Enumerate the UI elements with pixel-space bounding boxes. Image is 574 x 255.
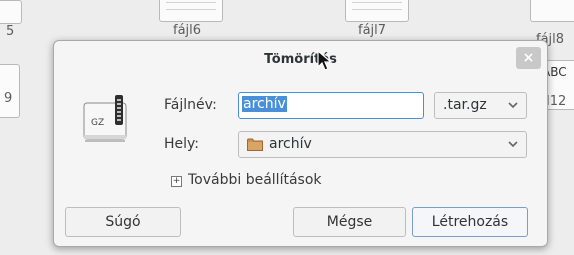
filename-label: Fájlnév: [164,97,217,113]
location-value: archív [269,136,312,152]
create-button[interactable]: Létrehozás [412,207,528,237]
extension-value: .tar.gz [443,97,487,113]
location-dropdown[interactable]: archív [238,131,527,158]
file-thumbnail [345,0,409,22]
gz-archive-icon: GZ [81,91,129,151]
help-button[interactable]: Súgó [65,207,181,237]
location-label: Hely: [164,136,200,152]
create-button-label: Létrehozás [431,214,509,230]
filename-value: archív [242,96,287,112]
expand-icon: + [171,176,182,187]
filename-input[interactable]: archív [238,92,424,119]
close-button[interactable]: × [516,47,541,69]
file-label: 5 [6,24,15,39]
file-thumbnail [159,0,223,22]
archive-type-label: GZ [91,118,105,128]
file-thumbnail [0,0,22,24]
folder-icon [247,138,263,151]
close-icon: × [522,50,535,66]
extension-dropdown[interactable]: .tar.gz [434,92,527,119]
cancel-button[interactable]: Mégse [293,207,406,237]
chevron-down-icon [507,97,519,117]
file-label: fájl7 [358,23,387,38]
file-thumbnail [530,0,574,22]
compress-dialog: Tömörítés × GZ Fájlnév: archív .tar.gz H… [53,40,548,247]
more-options-expander[interactable]: + További beállítások [171,172,322,188]
help-button-label: Súgó [105,214,141,230]
dialog-titlebar[interactable]: Tömörítés [54,41,547,79]
file-label: 9 [4,91,13,106]
file-label: fájl6 [173,23,202,38]
more-options-label: További beállítások [188,172,322,188]
cancel-button-label: Mégse [326,214,373,230]
mouse-pointer-icon [317,49,335,72]
chevron-down-icon [507,136,519,156]
